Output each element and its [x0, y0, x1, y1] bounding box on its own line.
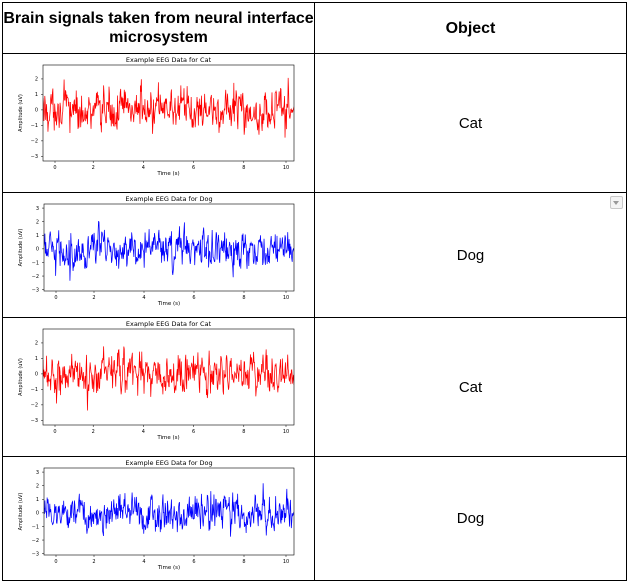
- eeg-plot-cell: Example EEG Data for Dog 0 2 4 6 8 10 3 2 1 0 −1 −2−…: [2, 192, 315, 318]
- y-tick-label: 2: [35, 76, 38, 82]
- x-tick-label: 10: [283, 429, 289, 435]
- x-tick-label: 4: [142, 429, 145, 435]
- y-tick-label: 3: [36, 205, 39, 211]
- y-tick-label: 1: [36, 233, 39, 239]
- x-tick-label: 2: [92, 559, 95, 565]
- y-tick-label: 1: [36, 497, 39, 503]
- header-object: Object: [314, 2, 627, 54]
- x-tick-label: 6: [192, 295, 195, 301]
- x-tick-label: 8: [242, 559, 245, 565]
- x-tick-label: 0: [53, 165, 56, 171]
- x-tick-label: 4: [142, 295, 145, 301]
- y-tick-label: 0: [36, 246, 39, 252]
- x-tick-label: 0: [54, 295, 57, 301]
- y-axis-label: Amplitude (uV): [18, 228, 24, 266]
- y-tick-label: −2: [32, 537, 39, 543]
- x-tick-label: 2: [92, 295, 95, 301]
- x-tick-label: 10: [283, 295, 289, 301]
- x-tick-label: 2: [92, 429, 95, 435]
- eeg-signal-line: [43, 345, 294, 410]
- eeg-plot-cell: Example EEG Data for Cat 0 2 4 6 8 10 2 1 0 −1 −2 −3…: [2, 53, 315, 193]
- dropdown-arrow-icon[interactable]: [610, 196, 623, 209]
- table-row: Example EEG Data for Dog 0 2 4 6 8 10 3 2 1 0 −1 −2−…: [2, 192, 627, 318]
- x-axis-label: Time (s): [156, 435, 179, 441]
- y-axis-label: Amplitude (uV): [18, 94, 24, 132]
- plot-title: Example EEG Data for Dog: [125, 459, 212, 467]
- y-tick-label: −1: [32, 524, 39, 530]
- eeg-signal-line: [43, 77, 294, 138]
- eeg-plot-cell: Example EEG Data for Dog 0 2 4 6 8 10 3 2 1 0 −1 −2−…: [2, 456, 315, 581]
- object-cell: Dog: [314, 192, 627, 318]
- y-tick-label: 1: [35, 356, 38, 362]
- y-tick-label: 2: [36, 219, 39, 225]
- y-tick-label: 0: [36, 510, 39, 516]
- eeg-plot-cell: Example EEG Data for Cat 0 2 4 6 8 10 2 1 0 −1 −2 −3…: [2, 317, 315, 457]
- x-tick-label: 4: [142, 165, 145, 171]
- header-row: Brain signals taken from neural interfac…: [2, 2, 627, 54]
- y-tick-label: −1: [31, 387, 38, 393]
- y-tick-label: −3: [32, 287, 39, 293]
- y-axis-label: Amplitude (uV): [18, 492, 24, 530]
- y-tick-label: 2: [35, 340, 38, 346]
- y-tick-label: 0: [35, 371, 38, 377]
- plot-title: Example EEG Data for Cat: [126, 56, 212, 64]
- x-tick-label: 8: [242, 165, 245, 171]
- x-tick-label: 6: [192, 559, 195, 565]
- x-tick-label: 8: [242, 429, 245, 435]
- y-tick-label: −2: [31, 402, 38, 408]
- y-tick-label: −2: [32, 273, 39, 279]
- x-tick-label: 2: [92, 165, 95, 171]
- eeg-signal-line: [44, 482, 294, 537]
- object-label: Dog: [314, 456, 627, 581]
- y-tick-label: −1: [31, 123, 38, 129]
- eeg-classification-table: Brain signals taken from neural interfac…: [2, 2, 627, 581]
- x-tick-label: 10: [283, 559, 289, 565]
- y-tick-label: 2: [36, 483, 39, 489]
- y-tick-label: 3: [36, 469, 39, 475]
- table-row: Example EEG Data for Cat 0 2 4 6 8 10 2 1 0 −1 −2 −3…: [2, 317, 627, 457]
- x-tick-label: 8: [242, 295, 245, 301]
- eeg-plot: Example EEG Data for Dog0 2 4 6 8 103210−1−2−…: [18, 195, 295, 307]
- y-axis-label: Amplitude (uV): [18, 358, 24, 396]
- y-tick-label: 1: [35, 92, 38, 98]
- x-tick-label: 6: [192, 429, 195, 435]
- object-label: Cat: [314, 317, 627, 457]
- plot-title: Example EEG Data for Cat: [126, 320, 212, 328]
- x-tick-label: 0: [54, 559, 57, 565]
- table-row: Example EEG Data for Dog 0 2 4 6 8 10 3 2 1 0 −1 −2−…: [2, 456, 627, 581]
- x-tick-label: 6: [192, 165, 195, 171]
- header-brain-signals: Brain signals taken from neural interfac…: [2, 2, 315, 54]
- table-row: Example EEG Data for Cat 0 2 4 6 8 10 2 1 0 −1 −2 −3…: [2, 53, 627, 193]
- eeg-plot: Example EEG Data for Cat0 2 4 6 8 10210−1−2−3…: [18, 56, 295, 177]
- x-axis-label: Time (s): [157, 301, 180, 307]
- x-axis-label: Time (s): [157, 565, 180, 571]
- y-tick-label: −3: [31, 418, 38, 424]
- x-tick-label: 0: [53, 429, 56, 435]
- eeg-plot: Example EEG Data for Dog0 2 4 6 8 103210−1−2−…: [18, 459, 295, 571]
- plot-frame: [43, 203, 295, 291]
- eeg-plot: Example EEG Data for Cat0 2 4 6 8 10210−1−2−3…: [18, 320, 295, 441]
- y-tick-label: −3: [31, 154, 38, 160]
- eeg-signal-line: [44, 220, 294, 281]
- y-tick-label: −3: [32, 551, 39, 557]
- object-label: Dog: [456, 246, 485, 264]
- y-tick-label: −1: [32, 260, 39, 266]
- y-tick-label: 0: [35, 107, 38, 113]
- object-label: Cat: [314, 53, 627, 193]
- plot-title: Example EEG Data for Dog: [125, 195, 212, 203]
- x-tick-label: 10: [283, 165, 289, 171]
- x-tick-label: 4: [142, 559, 145, 565]
- y-tick-label: −2: [31, 138, 38, 144]
- x-axis-label: Time (s): [156, 171, 179, 177]
